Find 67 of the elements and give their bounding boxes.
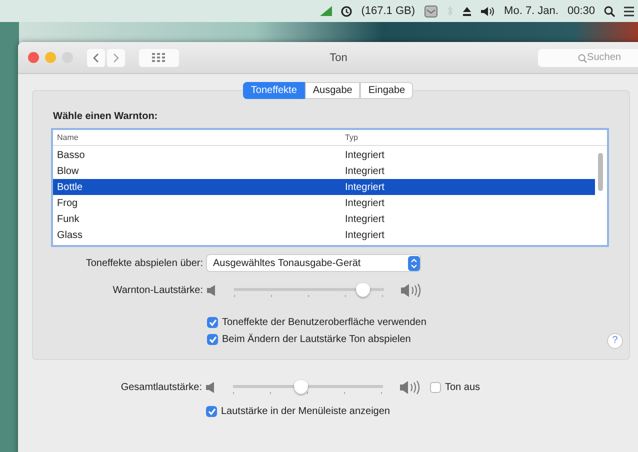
table-row[interactable]: Blow Integriert bbox=[53, 163, 595, 179]
tab[interactable]: Toneffekte bbox=[242, 82, 305, 99]
updown-arrows-icon bbox=[408, 256, 420, 270]
field-label: Gesamtlautstärke: bbox=[120, 382, 202, 392]
signal-icon[interactable] bbox=[320, 6, 332, 16]
window-title: Ton bbox=[328, 52, 348, 64]
checkmark-icon bbox=[208, 408, 216, 415]
menu-bar-clock: 00:30 bbox=[567, 5, 595, 17]
tab[interactable]: Ausgabe bbox=[304, 82, 360, 99]
speaker-quiet-icon bbox=[207, 284, 217, 296]
slider-thumb[interactable] bbox=[294, 380, 308, 394]
column-header[interactable]: Typ bbox=[341, 133, 607, 142]
disk-space-label: (167.1 GB) bbox=[361, 5, 416, 17]
table-cell-text: Integriert bbox=[344, 166, 386, 176]
field-label: Warnton-Lautstärke: bbox=[112, 284, 203, 296]
checkbox[interactable] bbox=[207, 317, 218, 328]
show-all-button[interactable] bbox=[139, 48, 179, 66]
checkbox-label: Lautstärke in der Menüleiste anzeigen bbox=[221, 406, 390, 417]
table-row[interactable]: Glass Integriert bbox=[53, 227, 595, 243]
checkbox-label: Beim Ändern der Lautstärke Ton abspielen bbox=[222, 334, 411, 345]
table-row[interactable]: Funk Integriert bbox=[53, 211, 595, 227]
forward-button[interactable] bbox=[107, 48, 125, 66]
checkbox[interactable] bbox=[430, 382, 441, 392]
search-icon[interactable] bbox=[604, 6, 615, 16]
table-cell-text: Integriert bbox=[344, 230, 386, 240]
checkmark-icon bbox=[208, 336, 216, 343]
speaker-loud-icon bbox=[400, 380, 422, 394]
column-header[interactable]: Name bbox=[53, 133, 341, 142]
close-button[interactable] bbox=[28, 52, 39, 63]
search-icon bbox=[578, 54, 587, 62]
table-row[interactable]: Basso Integriert bbox=[53, 147, 595, 163]
checkbox-label: Toneffekte der Benutzeroberfläche verwenden bbox=[222, 317, 426, 328]
mailbox-icon[interactable] bbox=[424, 4, 438, 18]
checkbox[interactable] bbox=[206, 406, 217, 417]
table-cell-text: Integriert bbox=[344, 182, 386, 192]
search-field[interactable]: Suchen bbox=[538, 48, 638, 66]
grid-icon bbox=[152, 53, 166, 62]
table-cell-text: Integriert bbox=[344, 214, 386, 224]
checkmark-icon bbox=[208, 319, 216, 326]
checkbox[interactable] bbox=[207, 334, 218, 345]
back-button[interactable] bbox=[87, 48, 105, 66]
table-cell-text: Blow bbox=[56, 166, 80, 176]
chevron-right-icon bbox=[113, 52, 119, 62]
table-cell-text: Glass bbox=[56, 230, 84, 240]
clock-icon[interactable] bbox=[341, 6, 352, 16]
table-cell-text: Basso bbox=[56, 150, 86, 160]
table-row[interactable]: Frog Integriert bbox=[53, 195, 595, 211]
field-label: Toneffekte abspielen über: bbox=[86, 258, 203, 268]
table-row[interactable]: Bottle Integriert bbox=[53, 179, 595, 195]
table-cell-text: Integriert bbox=[344, 198, 386, 208]
list-icon[interactable] bbox=[624, 6, 634, 16]
table-cell-text: Frog bbox=[56, 198, 79, 208]
table-cell-text: Funk bbox=[56, 214, 80, 224]
checkbox-label: Ton aus bbox=[445, 382, 480, 392]
slider-thumb[interactable] bbox=[356, 283, 370, 297]
menu-bar-date: Mo. 7. Jan. bbox=[504, 5, 558, 17]
output-device-dropdown[interactable]: Ausgewähltes Tonausgabe-Gerät bbox=[207, 255, 420, 271]
list-label: Wähle einen Warnton: bbox=[53, 111, 159, 122]
speaker-quiet-icon bbox=[206, 382, 216, 392]
speaker-icon[interactable] bbox=[481, 6, 496, 16]
speaker-loud-icon bbox=[401, 282, 423, 298]
table-cell-text: Bottle bbox=[56, 182, 84, 192]
scrollbar-thumb[interactable] bbox=[598, 153, 603, 191]
table-cell-text: Integriert bbox=[344, 150, 386, 160]
eject-icon[interactable] bbox=[462, 6, 472, 16]
tab[interactable]: Eingabe bbox=[360, 82, 414, 99]
chevron-left-icon bbox=[93, 52, 99, 62]
